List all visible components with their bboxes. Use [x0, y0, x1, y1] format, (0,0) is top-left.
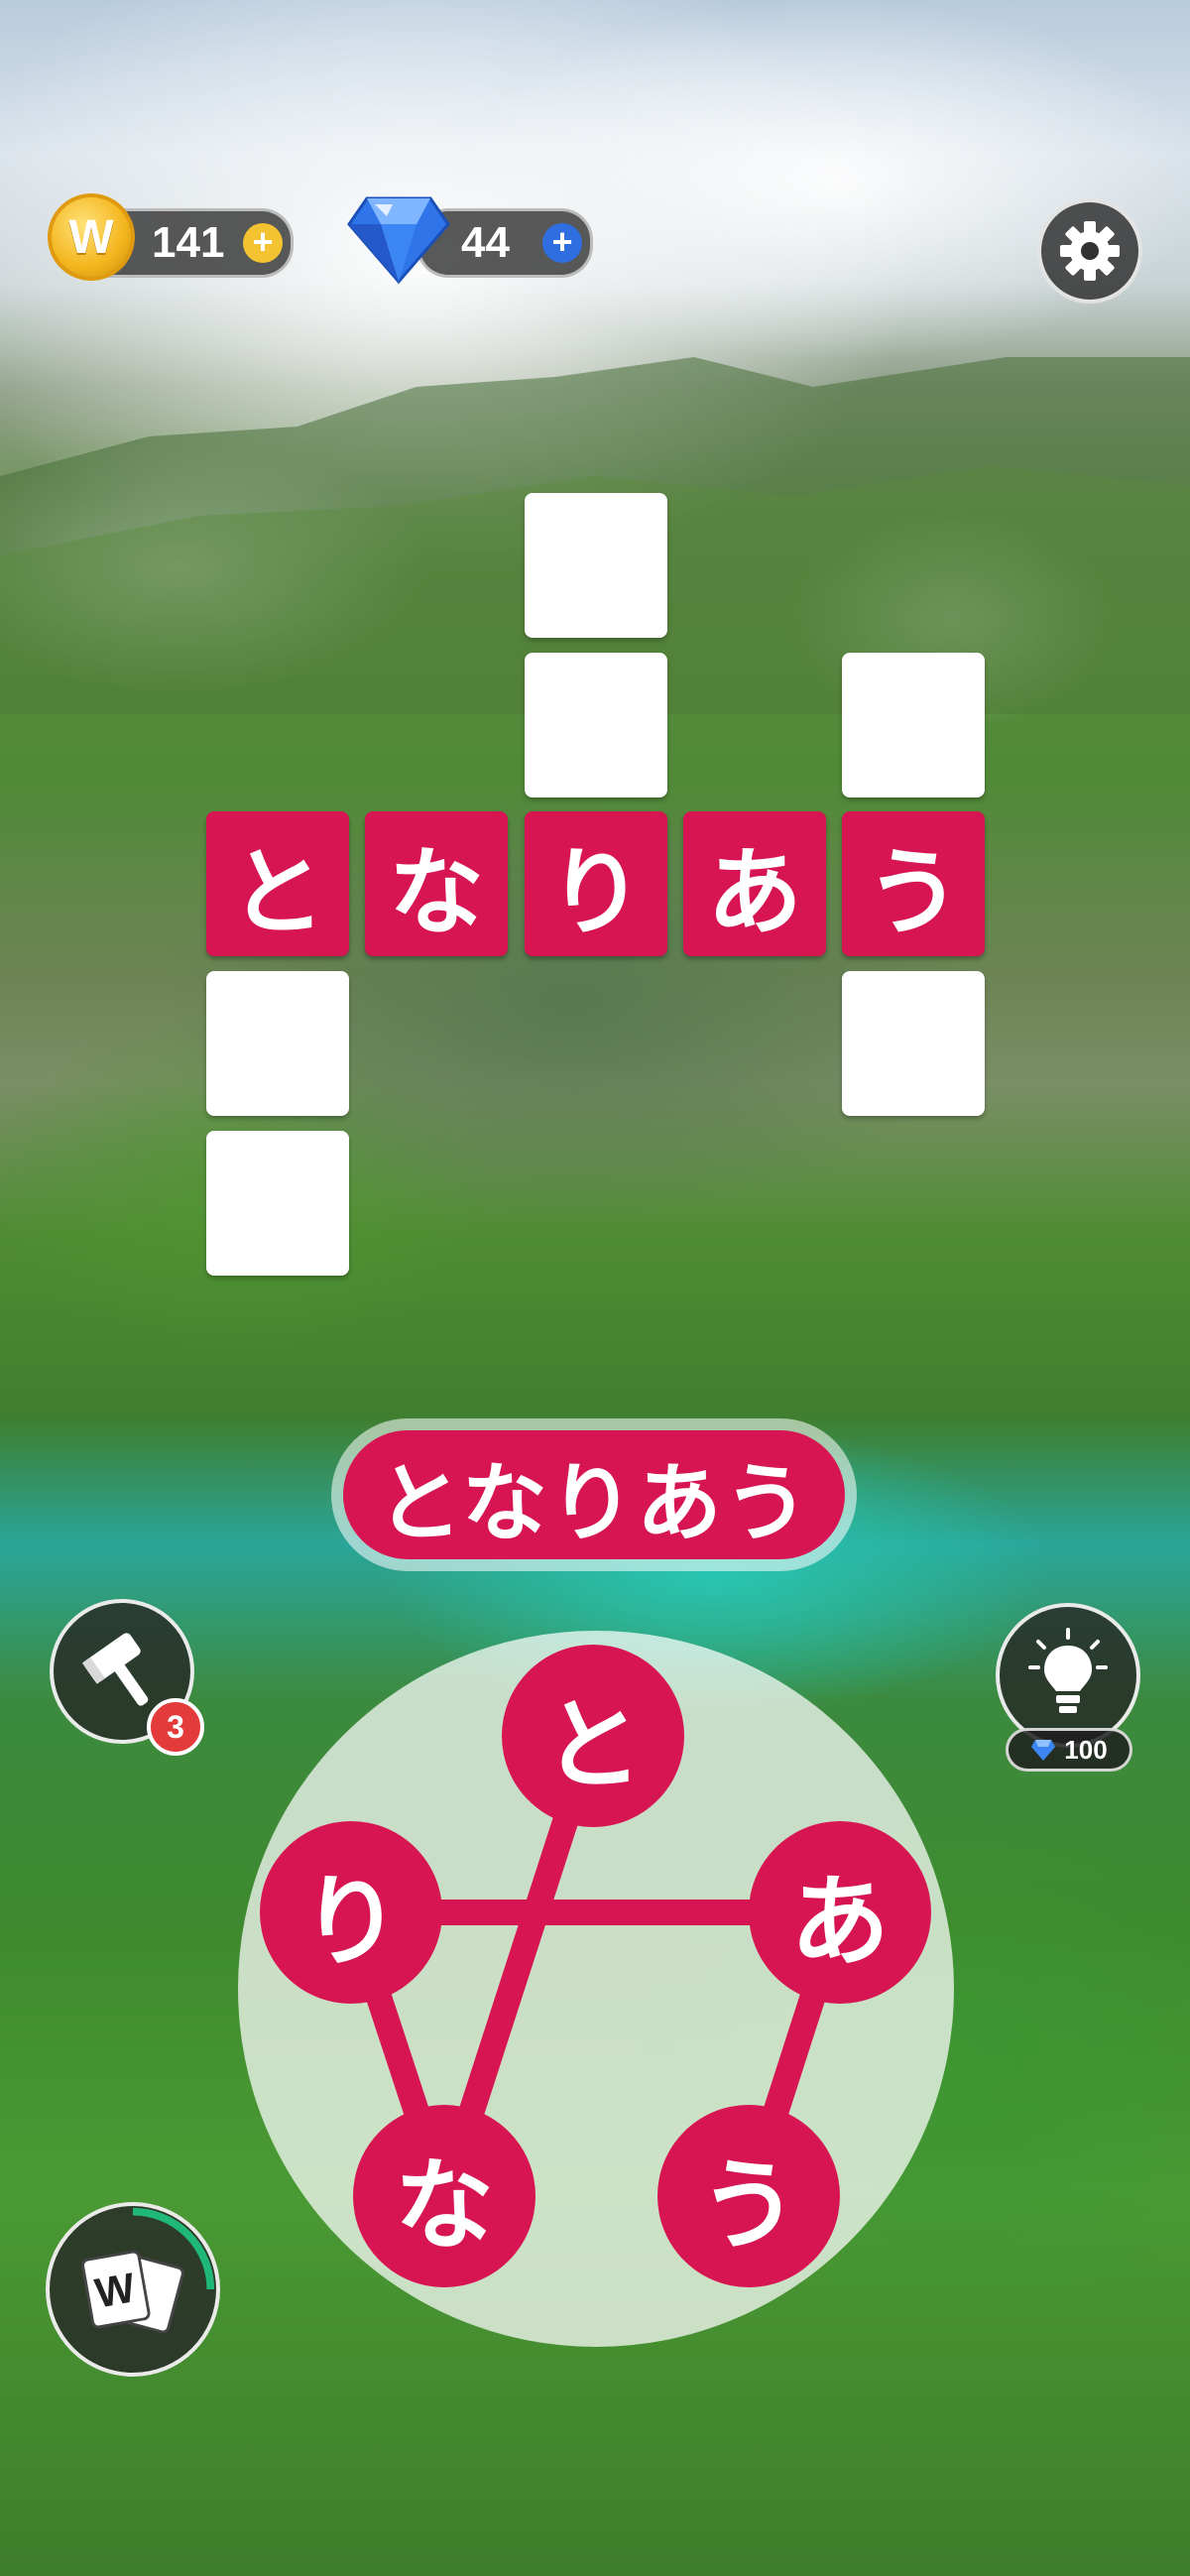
- grid-cell-filled: う: [842, 811, 985, 956]
- settings-button[interactable]: [1037, 198, 1142, 304]
- grid-cell-empty: [206, 1131, 349, 1276]
- grid-cell-empty: [842, 653, 985, 797]
- wheel-letter[interactable]: あ: [749, 1821, 931, 2004]
- grid-cell-filled: と: [206, 811, 349, 956]
- grid-cell-empty: [525, 493, 667, 638]
- coin-count: 141: [152, 218, 225, 267]
- gear-icon: [1060, 221, 1120, 281]
- grid-cell-empty: [842, 971, 985, 1116]
- hammer-count-badge: 3: [147, 1698, 204, 1756]
- wheel-letter[interactable]: う: [657, 2105, 840, 2287]
- wheel-letter[interactable]: り: [260, 1821, 442, 2004]
- word-cards-letter: W: [91, 2264, 139, 2316]
- grid-cell-filled: な: [365, 811, 508, 956]
- gem-icon: [347, 196, 450, 285]
- grid-cell-filled: り: [525, 811, 667, 956]
- gem-icon: [1031, 1740, 1056, 1761]
- coin-icon: W: [48, 193, 135, 281]
- hint-cost-value: 100: [1064, 1734, 1108, 1765]
- grid-cell-filled: あ: [683, 811, 826, 956]
- hint-button[interactable]: [996, 1603, 1140, 1748]
- grid-cell-empty: [525, 653, 667, 797]
- wheel-letter[interactable]: な: [353, 2105, 536, 2287]
- current-word: となりあう: [343, 1430, 845, 1559]
- word-cards-button[interactable]: W: [46, 2202, 220, 2377]
- hint-cost: 100: [1006, 1728, 1132, 1772]
- add-coins-button[interactable]: +: [243, 223, 283, 263]
- grid-cell-empty: [206, 971, 349, 1116]
- word-cards-icon: W: [81, 2207, 215, 2334]
- lightbulb-icon: [1028, 1628, 1108, 1713]
- add-gems-button[interactable]: +: [542, 223, 582, 263]
- wheel-letter[interactable]: と: [502, 1645, 684, 1827]
- gem-count: 44: [461, 218, 510, 267]
- coin-symbol: W: [68, 210, 114, 264]
